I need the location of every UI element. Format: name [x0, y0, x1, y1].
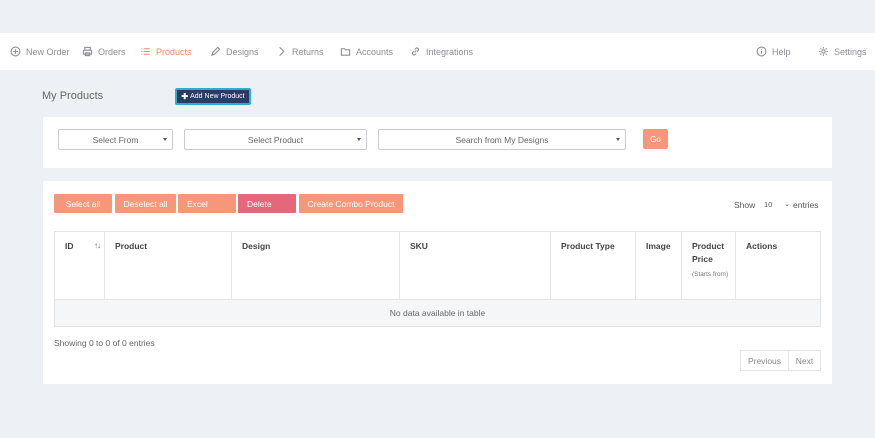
column-header-product-price[interactable]: Product Price (Starts from) — [682, 232, 736, 300]
nav-settings[interactable]: Settings — [818, 33, 867, 70]
add-new-product-button[interactable]: ✚ Add New Product — [175, 88, 251, 105]
column-actions-label: Actions — [746, 241, 778, 251]
nav-integrations-label: Integrations — [426, 46, 474, 57]
nav-help[interactable]: Help — [756, 33, 791, 70]
filter-panel: Select From Select Product Search from M… — [43, 117, 832, 168]
nav-accounts-label: Accounts — [356, 46, 394, 57]
deselect-all-button[interactable]: Deselect all — [115, 194, 176, 213]
nav-products[interactable]: Products — [140, 33, 192, 70]
nav-products-label: Products — [156, 46, 192, 57]
entries-label: entries — [793, 200, 819, 210]
nav-help-label: Help — [772, 46, 791, 57]
column-header-actions[interactable]: Actions — [736, 232, 821, 300]
column-header-design[interactable]: Design — [232, 232, 400, 300]
table-header: ID ↑↓ Product Design SKU Product Type Im… — [54, 231, 821, 300]
column-header-sku[interactable]: SKU — [400, 232, 551, 300]
entries-per-page-select[interactable]: 10 ⌄ — [760, 197, 791, 212]
nav-new-order[interactable]: New Order — [10, 33, 70, 70]
select-product-value: Select Product — [247, 134, 304, 145]
pagination: Previous Next — [740, 350, 821, 371]
sort-icon: ↑↓ — [94, 241, 101, 250]
column-header-image[interactable]: Image — [636, 232, 682, 300]
nav-new-order-label: New Order — [26, 46, 70, 57]
column-product-label: Product — [115, 241, 148, 251]
folder-icon — [340, 48, 351, 56]
nav-returns[interactable]: Returns — [276, 33, 324, 70]
pencil-icon — [210, 46, 221, 57]
products-table-panel: Select all Deselect all Excel Delete Cre… — [43, 181, 832, 384]
chevron-right-icon — [279, 46, 285, 57]
caret-down-icon — [163, 138, 167, 141]
select-from-value: Select From — [92, 134, 139, 145]
next-page-button[interactable]: Next — [789, 351, 820, 370]
column-product-price-label-1: Product — [692, 241, 725, 251]
plus-icon: ✚ — [181, 92, 189, 101]
select-all-button[interactable]: Select all — [54, 194, 112, 213]
column-header-product-type[interactable]: Product Type — [551, 232, 636, 300]
add-new-product-label: Add New Product — [190, 93, 245, 100]
column-image-label: Image — [646, 241, 671, 251]
nav-settings-label: Settings — [834, 46, 867, 57]
column-sku-label: SKU — [410, 241, 428, 251]
delete-button[interactable]: Delete — [238, 194, 296, 213]
column-product-price-sub: (Starts from) — [692, 271, 729, 278]
caret-down-icon — [616, 138, 620, 141]
products-table: ID ↑↓ Product Design SKU Product Type Im… — [54, 231, 821, 327]
previous-page-button[interactable]: Previous — [741, 351, 789, 370]
info-circle-icon — [756, 46, 767, 57]
list-icon — [141, 48, 150, 55]
nav-accounts[interactable]: Accounts — [340, 33, 393, 70]
column-product-type-label: Product Type — [561, 241, 615, 251]
column-header-product[interactable]: Product — [105, 232, 232, 300]
chevron-down-icon: ⌄ — [784, 201, 790, 208]
select-from-dropdown[interactable]: Select From — [58, 129, 173, 150]
select-product-dropdown[interactable]: Select Product — [184, 129, 367, 150]
go-button[interactable]: Go — [643, 129, 668, 149]
nav-designs[interactable]: Designs — [210, 33, 259, 70]
column-header-id[interactable]: ID ↑↓ — [54, 232, 105, 300]
caret-down-icon — [357, 138, 361, 141]
link-icon — [411, 47, 420, 56]
search-designs-value: Search from My Designs — [455, 134, 549, 145]
entries-per-page-value: 10 — [764, 200, 773, 209]
plus-circle-icon — [10, 46, 21, 57]
nav-integrations[interactable]: Integrations — [410, 33, 473, 70]
excel-button[interactable]: Excel — [178, 194, 236, 213]
table-info: Showing 0 to 0 of 0 entries — [54, 338, 155, 348]
top-navbar: New Order Orders Products Designs Return… — [0, 33, 875, 70]
column-product-price-label-2: Price — [692, 254, 713, 264]
nav-returns-label: Returns — [292, 46, 324, 57]
column-id-label: ID — [65, 241, 74, 251]
table-empty-row: No data available in table — [54, 300, 821, 327]
show-label: Show — [734, 200, 756, 210]
column-design-label: Design — [242, 241, 271, 251]
page-title: My Products — [42, 90, 104, 102]
gear-icon — [819, 47, 828, 56]
search-designs-dropdown[interactable]: Search from My Designs — [378, 129, 626, 150]
printer-icon — [82, 46, 93, 57]
nav-orders-label: Orders — [98, 46, 126, 57]
create-combo-product-button[interactable]: Create Combo Product — [299, 194, 403, 213]
nav-designs-label: Designs — [226, 46, 259, 57]
nav-orders[interactable]: Orders — [82, 33, 126, 70]
